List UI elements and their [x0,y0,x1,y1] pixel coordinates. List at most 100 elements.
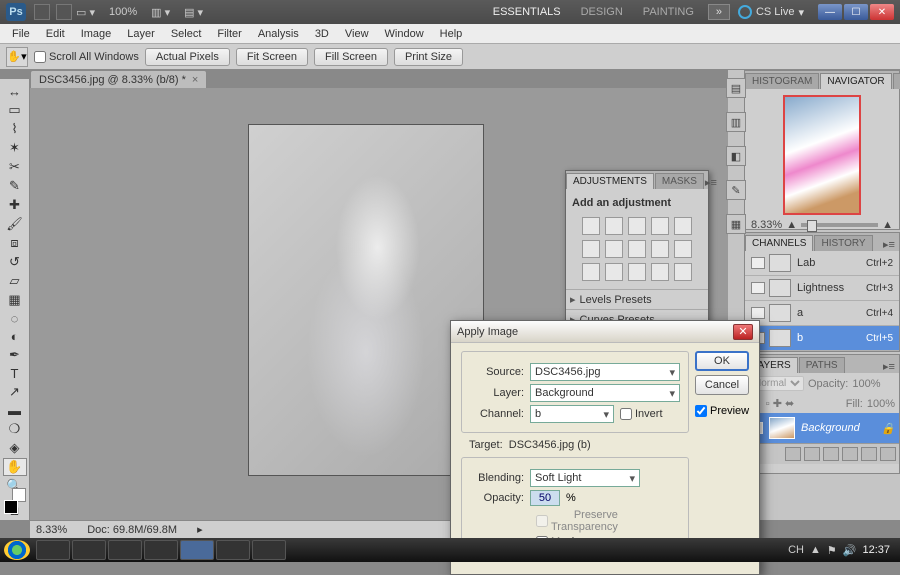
dodge-tool-icon[interactable]: ◐ [3,328,27,345]
channel-row-a[interactable]: aCtrl+4 [745,301,899,326]
print-size-button[interactable]: Print Size [394,48,463,66]
photofilter-icon[interactable] [651,240,669,258]
preview-checkbox[interactable]: Preview [695,405,749,417]
layer-combo[interactable]: Background▾ [530,384,680,402]
taskbar-clock[interactable]: 12:37 [856,544,896,556]
tab-channels[interactable]: CHANNELS [745,235,813,251]
menu-window[interactable]: Window [377,26,432,42]
pen-tool-icon[interactable]: ✒ [3,346,27,364]
menu-layer[interactable]: Layer [119,26,163,42]
navigator-preview[interactable] [783,95,861,215]
bridge-icon[interactable] [34,4,50,20]
tray-icon[interactable]: ▲ [810,544,821,556]
gradient-tool-icon[interactable]: ▦ [3,291,27,309]
menu-analysis[interactable]: Analysis [250,26,307,42]
colorbalance-icon[interactable] [605,240,623,258]
window-maximize-button[interactable]: ☐ [844,4,868,20]
group-icon[interactable] [842,447,858,461]
invert-checkbox[interactable]: Invert [620,408,674,420]
panel-menu-icon[interactable]: ▸≡ [879,238,899,251]
crop-tool-icon[interactable]: ✂ [3,158,27,176]
dialog-title-bar[interactable]: Apply Image ✕ [451,321,759,343]
visibility-icon[interactable] [751,307,765,319]
fit-screen-button[interactable]: Fit Screen [236,48,308,66]
selectivecolor-icon[interactable] [674,263,692,281]
visibility-icon[interactable] [751,257,765,269]
screen-mode-icon[interactable]: ▤ ▾ [180,4,207,21]
adjustment-layer-icon[interactable] [823,447,839,461]
channel-row-lightness[interactable]: LightnessCtrl+3 [745,276,899,301]
lasso-tool-icon[interactable]: ⌇ [3,120,27,138]
visibility-icon[interactable] [751,282,765,294]
channelmixer-icon[interactable] [674,240,692,258]
brush-tool-icon[interactable]: 🖌 [3,215,27,233]
tab-history[interactable]: HISTORY [814,235,872,251]
ok-button[interactable]: OK [695,351,749,371]
document-tab[interactable]: DSC3456.jpg @ 8.33% (b/8) * × [30,70,207,88]
cslive-menu[interactable]: CS Live ▾ [738,5,804,19]
system-tray[interactable]: CH ▲ ⚑ 🔊 [788,544,856,557]
status-doc-size[interactable]: Doc: 69.8M/69.8M [87,524,177,536]
navigator-zoom-slider[interactable] [801,223,878,227]
quickselect-tool-icon[interactable]: ✶ [3,139,27,157]
menu-file[interactable]: File [4,26,38,42]
status-zoom[interactable]: 8.33% [36,524,67,536]
taskbar-item[interactable] [72,540,106,560]
tab-histogram[interactable]: HISTOGRAM [745,73,819,89]
menu-select[interactable]: Select [163,26,210,42]
type-tool-icon[interactable]: T [3,365,27,382]
color-swatch[interactable] [4,500,26,502]
source-combo[interactable]: DSC3456.jpg▾ [530,363,680,381]
new-layer-icon[interactable] [861,447,877,461]
eraser-tool-icon[interactable]: ▱ [3,272,27,290]
invert-icon[interactable] [582,263,600,281]
tab-masks[interactable]: MASKS [655,173,704,189]
vibrance-icon[interactable] [674,217,692,235]
collapsed-panel-icon[interactable]: ▦ [726,214,746,234]
channel-row-b[interactable]: bCtrl+5 [745,326,899,351]
eyedropper-tool-icon[interactable]: ✎ [3,177,27,195]
delete-layer-icon[interactable] [880,447,896,461]
marquee-tool-icon[interactable]: ▭ [3,101,27,119]
taskbar-item[interactable] [216,540,250,560]
path-tool-icon[interactable]: ↗ [3,383,27,401]
start-button[interactable] [4,540,30,560]
workspace-more-icon[interactable]: » [708,4,730,20]
levels-presets-row[interactable]: Levels Presets [566,289,708,309]
view-extras-dropdown[interactable]: ▭ ▾ [72,4,99,21]
taskbar-item-photoshop[interactable] [180,540,214,560]
minibridge-icon[interactable] [56,4,72,20]
dialog-close-button[interactable]: ✕ [733,324,753,340]
network-icon[interactable]: ⚑ [827,544,837,557]
hand-tool-preset-icon[interactable]: ✋▾ [6,47,28,67]
stamp-tool-icon[interactable]: ⧈ [3,234,27,252]
fill-value[interactable]: 100% [867,398,895,410]
levels-icon[interactable] [605,217,623,235]
zoom-in-icon[interactable]: ▲ [882,219,893,231]
menu-help[interactable]: Help [432,26,471,42]
panel-menu-icon[interactable]: ▸≡ [705,176,717,189]
language-indicator[interactable]: CH [788,544,804,556]
tab-navigator[interactable]: NAVIGATOR [820,73,891,89]
tab-info[interactable]: INFO [893,73,900,89]
3dcamera-tool-icon[interactable]: ◈ [3,439,27,457]
actual-pixels-button[interactable]: Actual Pixels [145,48,230,66]
collapsed-panel-icon[interactable]: ✎ [726,180,746,200]
healing-tool-icon[interactable]: ✚ [3,196,27,214]
curves-icon[interactable] [628,217,646,235]
workspace-essentials[interactable]: ESSENTIALS [483,3,571,21]
history-brush-tool-icon[interactable]: ↺ [3,253,27,271]
hand-tool-icon[interactable]: ✋ [3,458,27,476]
fx-icon[interactable] [785,447,801,461]
cancel-button[interactable]: Cancel [695,375,749,395]
taskbar-item[interactable] [108,540,142,560]
window-minimize-button[interactable]: — [818,4,842,20]
status-arrow-icon[interactable]: ▸ [197,523,203,536]
bw-icon[interactable] [628,240,646,258]
menu-edit[interactable]: Edit [38,26,73,42]
panel-menu-icon[interactable]: ▸≡ [879,360,899,373]
fill-screen-button[interactable]: Fill Screen [314,48,388,66]
hue-icon[interactable] [582,240,600,258]
threshold-icon[interactable] [628,263,646,281]
channel-combo[interactable]: b▾ [530,405,614,423]
